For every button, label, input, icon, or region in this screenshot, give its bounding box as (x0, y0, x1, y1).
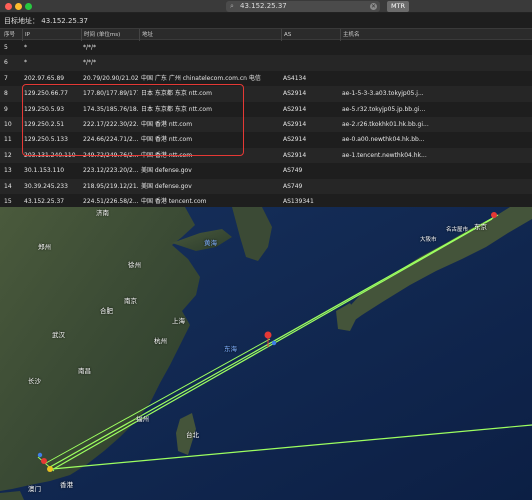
marker-pin-guangzhou[interactable] (41, 458, 47, 464)
cell-ip: * (24, 44, 27, 51)
map-label-osaka: 大阪市 (420, 237, 437, 243)
target-label: 目标地址： (4, 17, 39, 25)
cell-no: 8 (4, 90, 8, 98)
map-label-fuzhou: 福州 (136, 415, 149, 423)
map-label-hangzhou: 杭州 (154, 337, 167, 345)
map-label-east-sea: 东海 (224, 345, 237, 353)
cell-no: 13 (4, 167, 12, 175)
mtr-button[interactable]: MTR (387, 1, 409, 12)
map-label-zhengzhou: 郑州 (38, 243, 51, 251)
cell-as: AS2914 (283, 120, 307, 128)
map-label-hefei: 合肥 (100, 307, 113, 315)
cell-no: 9 (4, 105, 8, 113)
cell-time: */*/* (83, 59, 97, 67)
table-row[interactable]: 6 * */*/* (0, 55, 532, 71)
search-icon: ⌕ (230, 2, 234, 10)
map-label-nanchang: 南昌 (78, 367, 91, 375)
cell-no: 11 (4, 136, 12, 144)
map-label-nanjing: 南京 (124, 297, 137, 305)
cell-as: AS749 (283, 167, 303, 175)
map-label-nagoya: 名古屋市 (446, 227, 469, 233)
window-titlebar: ⌕ 43.152.25.37 ✕ MTR (0, 0, 532, 13)
map-label-changsha: 长沙 (28, 377, 41, 385)
marker-pin-mid[interactable] (264, 331, 272, 339)
cell-as: AS2914 (283, 151, 307, 159)
map-label-taipei: 台北 (186, 431, 199, 439)
cell-time: 223.12/223.20/2... (83, 167, 138, 175)
cell-as: AS2914 (283, 136, 307, 144)
cell-host: ae-5.r32.tokyjp05.jp.bb.gi... (342, 105, 426, 113)
cell-as: AS749 (283, 182, 303, 190)
marker-pin-blue-mid[interactable] (271, 340, 277, 346)
map-label-jinan: 济南 (96, 209, 109, 217)
table-header: 序号 IP 时间 (单位ms) 地址 AS 主机名 (0, 28, 532, 41)
map-label-wuhan: 武汉 (52, 331, 65, 339)
cell-time: */*/* (83, 44, 97, 51)
clear-search-icon[interactable]: ✕ (370, 3, 377, 10)
search-input[interactable]: ⌕ 43.152.25.37 ✕ (226, 1, 380, 12)
cell-as: AS2914 (283, 90, 307, 98)
cell-no: 7 (4, 74, 8, 82)
cell-no: 14 (4, 182, 12, 190)
map-label-xuzhou: 徐州 (128, 261, 141, 269)
cell-ip: * (24, 59, 27, 67)
target-address: 目标地址： 43.152.25.37 (4, 16, 88, 26)
cell-as: AS4134 (283, 74, 307, 82)
cell-addr: 美国 defense.gov (141, 167, 192, 175)
table-row[interactable]: 14 30.39.245.233 218.95/219.12/21... 美国 def… (0, 178, 532, 194)
marker-pin-tokyo[interactable] (491, 212, 497, 218)
minimize-window-button[interactable] (15, 3, 22, 10)
cell-ip: 30.1.153.110 (24, 167, 65, 175)
cell-no: 12 (4, 151, 12, 159)
cell-ip: 30.39.245.233 (24, 182, 68, 190)
map-canvas (0, 207, 532, 500)
map-label-tokyo: 东京 (474, 223, 487, 231)
zoom-window-button[interactable] (25, 3, 32, 10)
cell-as: AS2914 (283, 105, 307, 113)
map-label-hongkong: 香港 (60, 481, 73, 489)
cell-no: 10 (4, 120, 12, 128)
cell-host: ae-0.a00.newthk04.hk.bb... (342, 136, 425, 144)
cell-addr: 美国 defense.gov (141, 182, 192, 190)
cell-no: 5 (4, 44, 8, 51)
cell-time: 218.95/219.12/21... (83, 182, 138, 190)
target-value: 43.152.25.37 (41, 17, 88, 25)
cell-host: ae-2.r26.tkokhk01.hk.bb.gi... (342, 120, 429, 128)
cell-host: ae-1-5-3-3.a03.tokyjp05.j... (342, 90, 424, 98)
close-window-button[interactable] (5, 3, 12, 10)
table-row[interactable]: 13 30.1.153.110 223.12/223.20/2... 美国 defen… (0, 163, 532, 178)
table-row[interactable]: 5 * */*/* (0, 40, 532, 55)
marker-pin-shenzhen[interactable] (47, 466, 53, 472)
map-label-shanghai: 上海 (172, 317, 185, 325)
cell-no: 6 (4, 59, 8, 67)
cell-host: ae-1.tencent.newthk04.hk... (342, 151, 427, 159)
map-label-yellow-sea: 黄海 (204, 239, 217, 247)
highlight-box (22, 84, 244, 156)
route-map[interactable]: 济南 郑州 徐州 黄海 南京 合肥 上海 武汉 杭州 东海 长沙 南昌 福州 台… (0, 207, 532, 500)
map-label-macau: 澳门 (28, 485, 41, 493)
marker-pin-blue-hk[interactable] (37, 452, 43, 458)
search-input-value: 43.152.25.37 (240, 2, 287, 10)
